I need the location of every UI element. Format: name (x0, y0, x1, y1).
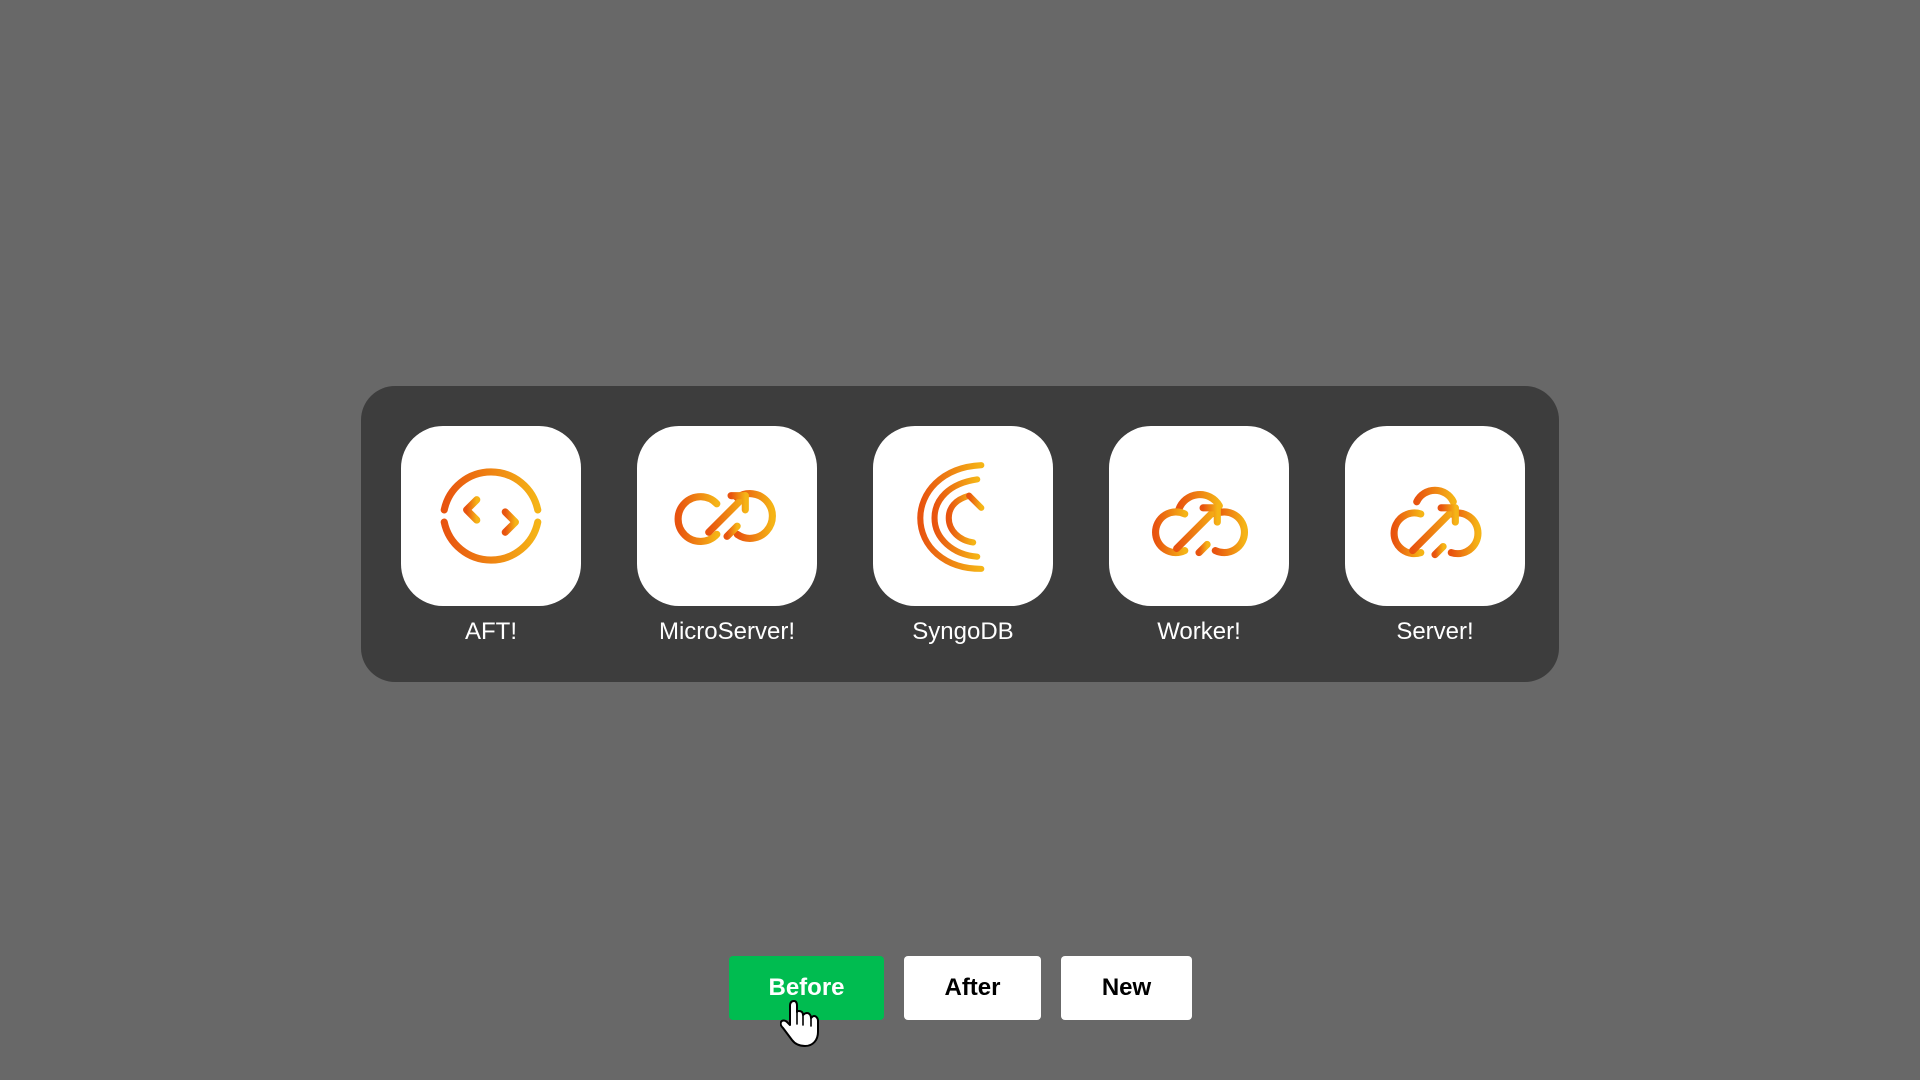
app-label-worker: Worker! (1157, 618, 1241, 645)
app-label-microserver: MicroServer! (658, 618, 796, 645)
app-tile-server[interactable] (1345, 426, 1525, 606)
stage: AFT! MicroServer! SyngoDB Worker! Server… (0, 0, 1920, 1080)
after-button[interactable]: After (904, 956, 1041, 1020)
version-toggle-group: Before After New (729, 956, 1192, 1020)
transfer-arrows-icon (440, 468, 542, 564)
app-label-syngodb: SyngoDB (912, 618, 1014, 645)
infinity-arrow-icon (674, 490, 776, 545)
app-label-aft: AFT! (465, 618, 517, 645)
cloud-arrow-icon (1152, 491, 1249, 557)
crescent-c-icon (917, 462, 985, 572)
app-syngodb: SyngoDB (873, 426, 1053, 646)
app-tile-syngodb[interactable] (873, 426, 1053, 606)
app-server: Server! (1345, 426, 1525, 646)
app-microserver: MicroServer! (637, 426, 817, 646)
app-worker: Worker! (1109, 426, 1289, 646)
app-tile-microserver[interactable] (637, 426, 817, 606)
before-button[interactable]: Before (729, 956, 884, 1020)
app-tile-aft[interactable] (401, 426, 581, 606)
app-dock: AFT! MicroServer! SyngoDB Worker! Server… (361, 386, 1559, 682)
new-button[interactable]: New (1061, 956, 1192, 1020)
app-tile-worker[interactable] (1109, 426, 1289, 606)
app-aft: AFT! (401, 426, 581, 646)
app-label-server: Server! (1396, 618, 1474, 645)
cloud-arrow-icon (1390, 486, 1482, 559)
